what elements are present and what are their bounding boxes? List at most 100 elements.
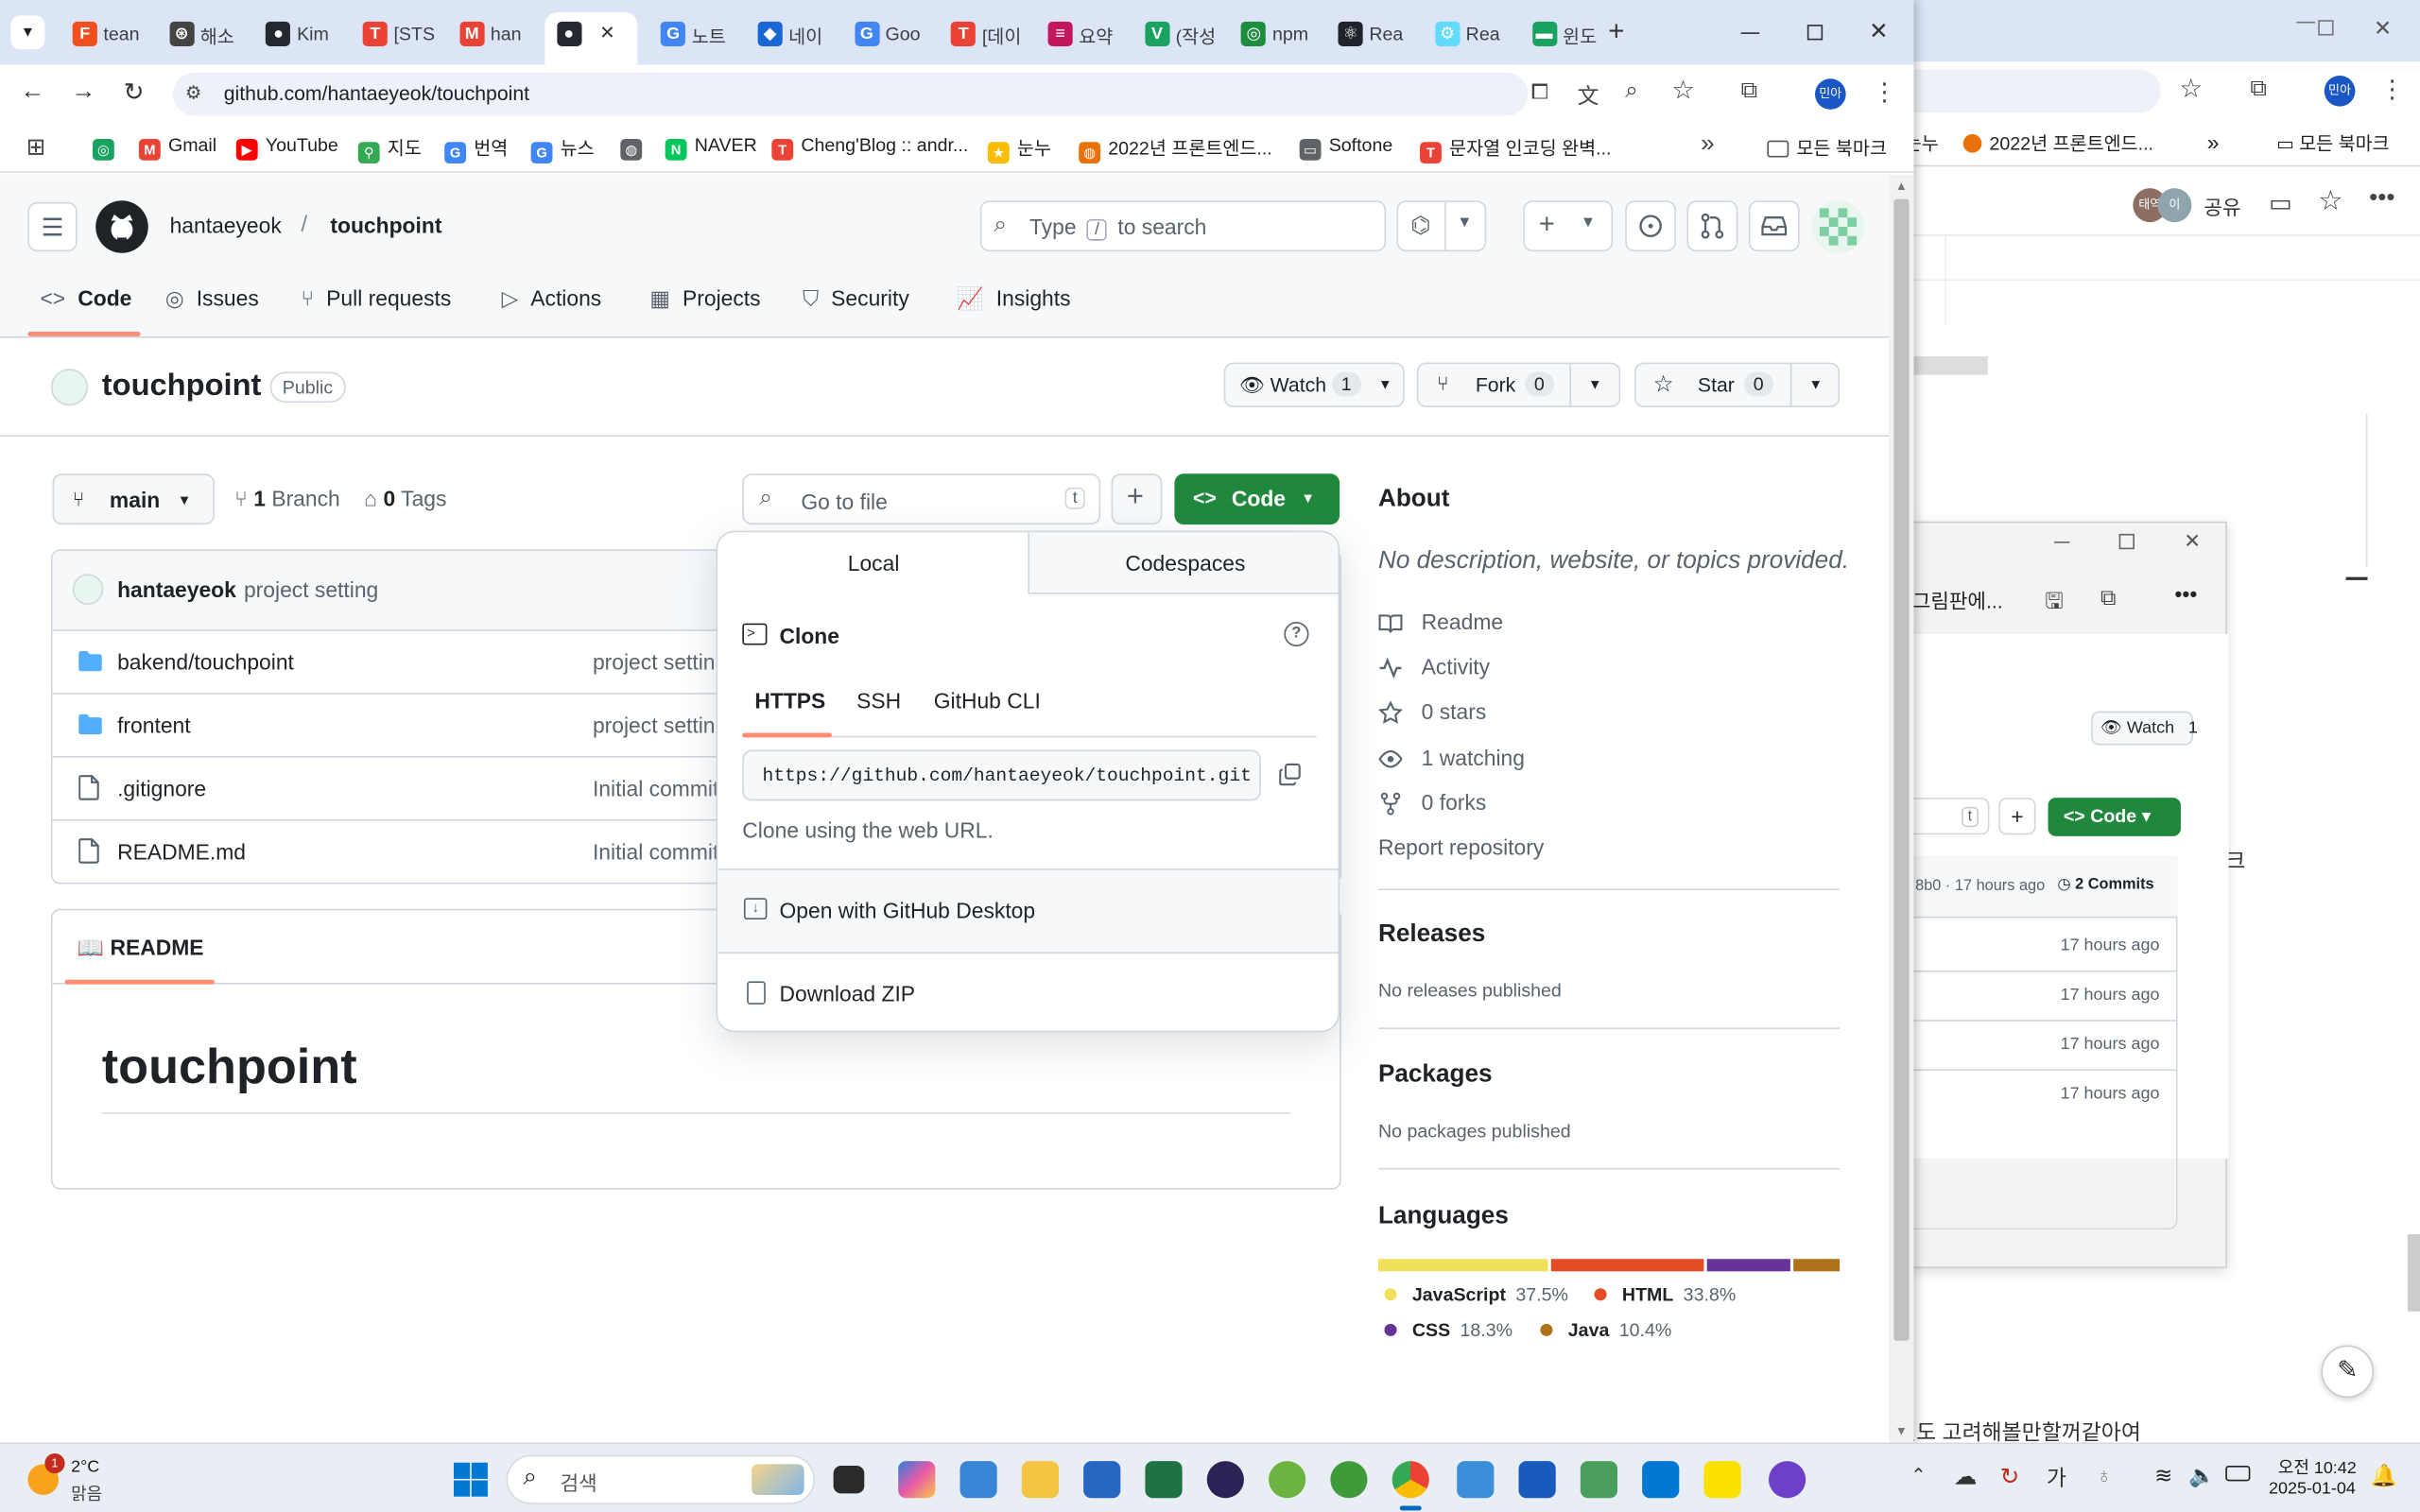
tray-expand-icon[interactable]: ⌃ (1910, 1464, 1926, 1486)
nav-tab-projects[interactable]: ▦ Projects (649, 285, 760, 312)
browser-tab[interactable]: ⊛ 해소 (157, 12, 247, 56)
copy-icon[interactable]: ⧉ (2100, 585, 2116, 611)
background-profile-avatar[interactable]: 민아 (2324, 75, 2356, 107)
word-icon[interactable] (1518, 1461, 1556, 1499)
menu-button[interactable] (27, 201, 78, 252)
browser-tab[interactable]: V (작성 (1132, 12, 1222, 56)
new-tab-icon[interactable]: + (1608, 15, 1624, 47)
browser-tab[interactable]: T [데이 (939, 12, 1028, 56)
file-commit-message[interactable]: project setting (593, 649, 727, 674)
browser-tab[interactable]: ≡ 요약 (1036, 12, 1126, 56)
favorite-star-icon[interactable]: ☆ (2318, 185, 2342, 217)
browser-tab[interactable]: Ftean (60, 12, 150, 56)
sync-icon[interactable]: ↻ (2000, 1463, 2020, 1490)
nav-tab-pull-requests[interactable]: ⑂ Pull requests (301, 285, 451, 310)
language-item[interactable]: Java 10.4% (1540, 1319, 1671, 1341)
ime-icon[interactable]: 가 (2047, 1463, 2066, 1494)
copy-url-icon[interactable] (1278, 763, 1303, 787)
scrollbar-thumb[interactable] (1893, 198, 1910, 1341)
github-desktop-icon[interactable] (1769, 1461, 1806, 1499)
file-commit-message[interactable]: Initial commit (593, 776, 718, 800)
clone-url-input[interactable]: https://github.com/hantaeyeok/touchpoint… (742, 749, 1261, 801)
watch-button[interactable]: 👁 Watch 1 ▼ (1223, 362, 1405, 408)
commit-author[interactable]: hantaeyeok (117, 577, 236, 602)
owner-link[interactable]: hantaeyeok (170, 213, 282, 237)
branch-selector[interactable]: ⑂ main ▼ (52, 473, 215, 525)
user-avatar[interactable] (1811, 200, 1865, 253)
more-bookmarks-icon[interactable]: » (1701, 131, 1715, 159)
file-name[interactable]: .gitignore (117, 776, 206, 800)
bookmark-item[interactable]: T 문자열 인코딩 완벽... (1420, 134, 1611, 164)
weather-widget[interactable]: 1 2°C 맑음 (27, 1452, 120, 1504)
search-input[interactable]: ⌕ Type / to search (979, 200, 1387, 252)
background-share-button[interactable]: 공유 (2204, 191, 2240, 220)
bookmark-item[interactable]: M Gmail (138, 134, 216, 161)
github-cli-tab[interactable]: GitHub CLI (934, 688, 1041, 713)
bookmark-item[interactable]: ▭ Softone (1299, 134, 1392, 161)
profile-avatar[interactable]: 민아 (1814, 78, 1846, 110)
mini-watch-button[interactable]: 👁 Watch 1 (2091, 711, 2198, 746)
bookmark-item[interactable]: ★ 눈누 (987, 134, 1051, 164)
background-all-bookmarks[interactable]: ▭ 모든 북마크 (2276, 129, 2390, 156)
codespaces-tab[interactable]: Codespaces (1029, 551, 1339, 576)
bookmark-item[interactable]: ⚲ 지도 (357, 134, 422, 164)
background-bookmark-2[interactable]: 2022년 프론트엔드... (1962, 129, 2153, 156)
clock-time[interactable]: 오전 10:42 (2278, 1455, 2357, 1480)
excel-icon[interactable] (1145, 1461, 1183, 1499)
wifi-icon[interactable]: ≋ (2154, 1463, 2172, 1489)
forward-icon[interactable]: → (71, 78, 95, 106)
browser-tab[interactable]: ⚛ Rea (1326, 12, 1416, 56)
background-close-icon[interactable]: ✕ (2374, 15, 2392, 42)
packages-title[interactable]: Packages (1378, 1061, 1493, 1089)
nav-tab-insights[interactable]: 📈 Insights (957, 285, 1070, 312)
browser-tab[interactable]: G Goo (842, 12, 932, 56)
file-commit-message[interactable]: project setting (593, 713, 727, 737)
bookmark-item[interactable]: T Cheng'Blog :: andr... (771, 134, 968, 161)
kakaotalk-icon[interactable] (1703, 1461, 1741, 1499)
https-tab[interactable]: HTTPS (754, 688, 825, 713)
close-tab-icon[interactable]: ✕ (599, 22, 614, 43)
language-item[interactable]: CSS 18.3% (1384, 1319, 1512, 1341)
nav-tab-security[interactable]: ⛉ Security (803, 285, 909, 312)
nav-tab-actions[interactable]: ▷ Actions (502, 285, 602, 312)
file-name[interactable]: bakend/touchpoint (117, 649, 294, 674)
file-name[interactable]: frontent (117, 713, 191, 737)
tab-search-icon[interactable]: ▾ (10, 15, 45, 50)
browser-tab[interactable]: T [STS (351, 12, 441, 56)
language-item[interactable]: HTML 33.8% (1594, 1283, 1736, 1305)
install-icon[interactable]: ⧠ (1531, 78, 1548, 105)
browser-tab[interactable]: ● Kim (253, 12, 343, 56)
taskbar-search[interactable]: ⌕ 검색 (506, 1454, 816, 1504)
issues-button[interactable] (1625, 200, 1677, 252)
fork-button[interactable]: ⑂ Fork 0 ▼ (1416, 362, 1621, 408)
mini-add-file-button[interactable]: + (1998, 798, 2036, 835)
branches-link[interactable]: ⑂ 1 Branch (234, 486, 340, 510)
browser-tab[interactable]: Mhan (447, 12, 537, 56)
code-button[interactable]: <> Code ▼ (1174, 473, 1340, 525)
store-icon[interactable] (1083, 1461, 1121, 1499)
report-repository-link[interactable]: Report repository (1378, 834, 1544, 859)
translate-icon[interactable]: 文 (1578, 80, 1599, 112)
ssh-tab[interactable]: SSH (856, 688, 901, 713)
inbox-button[interactable] (1748, 200, 1800, 252)
volume-icon[interactable]: 🔈 (2188, 1463, 2215, 1489)
onedrive-icon[interactable]: ☁ (1954, 1463, 1977, 1490)
bookmark-item[interactable]: ◍ 2022년 프론트엔드... (1079, 134, 1272, 164)
file-explorer-icon[interactable] (1021, 1461, 1059, 1499)
bookmark-item[interactable]: N NAVER (665, 134, 757, 161)
bookmark-star-icon[interactable]: ☆ (1671, 76, 1695, 107)
add-file-button[interactable]: + (1111, 473, 1163, 525)
comment-icon[interactable]: ▭ (2269, 188, 2292, 219)
extensions-icon[interactable]: ⧉ (1741, 77, 1757, 104)
maximize-icon[interactable] (1806, 25, 1824, 41)
browser-menu-icon[interactable]: ⋮ (1872, 77, 1896, 109)
bookmark-item[interactable]: ▶ YouTube (235, 134, 338, 161)
page-scrollbar[interactable]: ▲ ▼ (1889, 174, 1914, 1445)
browser-tab[interactable]: ◎ npm (1229, 12, 1319, 56)
star-button[interactable]: ☆ Star 0 ▼ (1634, 362, 1841, 408)
tags-link[interactable]: ⌂ 0 Tags (364, 486, 446, 510)
notepad-icon[interactable] (1457, 1461, 1495, 1499)
copilot-app-icon[interactable] (898, 1461, 936, 1499)
reload-icon[interactable]: ↻ (124, 77, 145, 109)
github-logo-icon[interactable] (95, 200, 148, 253)
